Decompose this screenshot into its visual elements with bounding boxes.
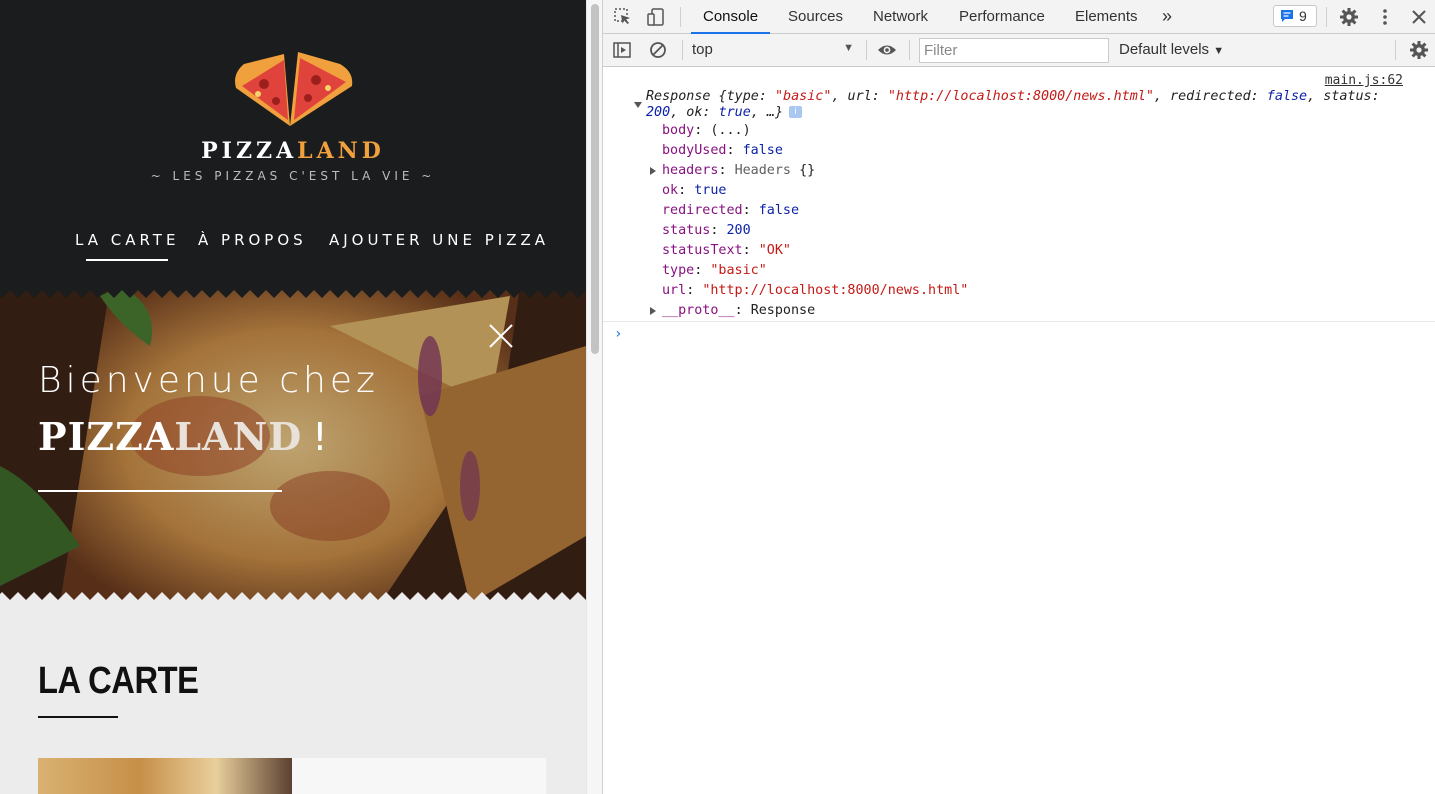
property-row: statusText: "OK": [662, 243, 791, 258]
log-levels-label: Default levels: [1119, 41, 1210, 58]
pizza-card-body[interactable]: [292, 758, 546, 794]
kebab-menu-icon[interactable]: [1375, 7, 1395, 27]
property-row: url: "http://localhost:8000/news.html": [662, 283, 969, 298]
collapse-triangle-icon[interactable]: [634, 102, 642, 108]
site-brand: PIZZALAND: [201, 138, 385, 164]
tab-performance[interactable]: Performance: [959, 0, 1045, 34]
expand-triangle-icon[interactable]: [650, 167, 656, 175]
tab-sources[interactable]: Sources: [788, 0, 843, 34]
context-value: top: [692, 41, 713, 58]
response-summary[interactable]: Response {type: "basic", url: "http://lo…: [646, 89, 1380, 104]
site-scrollbar[interactable]: [586, 0, 602, 794]
hero-welcome: Bienvenue chez: [38, 360, 379, 401]
property-row: type: "basic": [662, 263, 767, 278]
issues-badge[interactable]: 9: [1273, 5, 1317, 27]
tabbar-separator: [680, 7, 681, 27]
site-header: PIZZALAND ~ LES PIZZAS C'EST LA VIE ~ LA…: [0, 0, 586, 295]
settings-gear-icon[interactable]: [1339, 7, 1359, 27]
device-toolbar-icon[interactable]: [646, 7, 666, 27]
toolbar-separator: [682, 40, 683, 60]
devtools-tabbar: Console Sources Network Performance Elem…: [603, 0, 1435, 34]
devtools-panel: Console Sources Network Performance Elem…: [602, 0, 1435, 794]
property-row[interactable]: headers: Headers {}: [662, 163, 815, 178]
menu-title-underline: [38, 716, 118, 718]
zigzag-bottom: [0, 592, 586, 604]
clear-console-icon[interactable]: [648, 40, 668, 60]
more-tabs-icon[interactable]: »: [1162, 0, 1172, 34]
property-row: bodyUsed: false: [662, 143, 783, 158]
toolbar-separator: [1395, 40, 1396, 60]
dropdown-arrow-icon: ▼: [1213, 45, 1225, 57]
tab-network[interactable]: Network: [873, 0, 928, 34]
nav-ajouter-pizza[interactable]: AJOUTER UNE PIZZA: [329, 231, 549, 249]
tab-console[interactable]: Console: [691, 0, 771, 34]
website-viewport: PIZZALAND ~ LES PIZZAS C'EST LA VIE ~ LA…: [0, 0, 586, 794]
property-row: status: 200: [662, 223, 751, 238]
issues-count: 9: [1299, 8, 1307, 24]
close-icon[interactable]: [487, 322, 515, 350]
dropdown-arrow-icon: ▼: [843, 42, 854, 54]
site-tagline: ~ LES PIZZAS C'EST LA VIE ~: [150, 169, 436, 183]
site-scrollbar-thumb[interactable]: [591, 4, 599, 354]
hero-brand: PIZZALAND!: [38, 414, 329, 459]
property-row[interactable]: __proto__: Response: [662, 303, 815, 318]
console-settings-gear-icon[interactable]: [1409, 40, 1429, 60]
expand-triangle-icon[interactable]: [650, 307, 656, 315]
property-row: redirected: false: [662, 203, 800, 218]
message-icon: [1281, 10, 1293, 22]
console-toolbar: top ▼ Default levels ▼: [603, 34, 1435, 67]
console-prompt[interactable]: ›: [614, 326, 622, 342]
log-levels-dropdown[interactable]: Default levels ▼: [1119, 41, 1224, 58]
toolbar-separator: [866, 40, 867, 60]
context-selector[interactable]: top ▼: [692, 41, 854, 61]
response-summary-cont: 200, ok: true, …} i: [646, 105, 803, 120]
sidebar-toggle-icon[interactable]: [612, 40, 632, 60]
console-output: main.js:62 Response {type: "basic", url:…: [603, 67, 1435, 794]
source-link[interactable]: main.js:62: [1325, 73, 1403, 88]
site-nav: LA CARTE À PROPOS AJOUTER UNE PIZZA: [0, 231, 586, 261]
property-row: body: (...): [662, 123, 751, 138]
nav-a-propos[interactable]: À PROPOS: [198, 231, 307, 249]
live-expression-eye-icon[interactable]: [877, 40, 897, 60]
toolbar-separator: [909, 40, 910, 60]
zigzag-top: [0, 286, 586, 298]
tabbar-separator: [1326, 7, 1327, 27]
message-separator: [603, 321, 1435, 322]
close-devtools-icon[interactable]: [1409, 7, 1429, 27]
tab-elements[interactable]: Elements: [1075, 0, 1138, 34]
nav-la-carte[interactable]: LA CARTE: [75, 231, 179, 261]
menu-section-title: LA CARTE: [38, 660, 199, 702]
info-icon[interactable]: i: [789, 106, 803, 118]
pizza-logo-icon: [235, 52, 353, 126]
hero-divider: [38, 490, 282, 492]
property-row: ok: true: [662, 183, 727, 198]
inspect-element-icon[interactable]: [613, 7, 633, 27]
pizza-card-image[interactable]: [38, 758, 292, 794]
console-filter-input[interactable]: [919, 38, 1109, 63]
